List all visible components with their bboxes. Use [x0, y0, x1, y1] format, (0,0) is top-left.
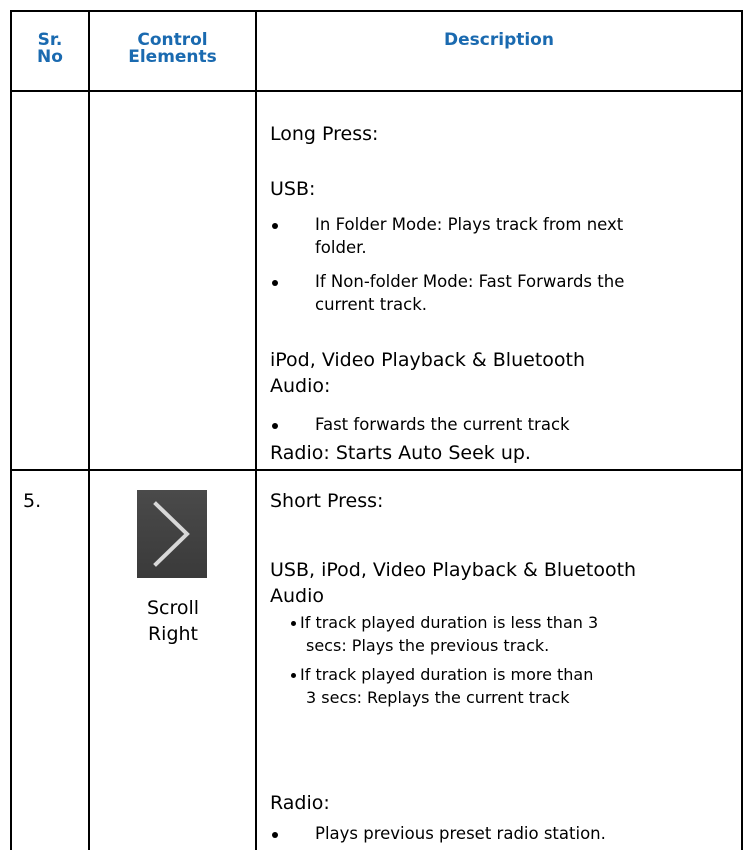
radio-title: Radio: — [270, 792, 330, 814]
usb-ipod-item-2: If track played duration is more than 3 … — [300, 663, 593, 709]
row-sr-no: 5. — [23, 490, 42, 512]
usb-ipod-title-line2: Audio — [270, 585, 325, 607]
usb-item-2-line1: If Non-folder Mode: Fast Forwards the — [315, 272, 625, 291]
bullet — [272, 423, 278, 429]
ipod-item-1: Fast forwards the current track — [315, 415, 570, 434]
header-description: Description — [444, 30, 554, 50]
usb-item-2: If Non-folder Mode: Fast Forwards the cu… — [315, 270, 624, 316]
table-right-border — [741, 10, 743, 850]
col-divider-2 — [255, 10, 257, 850]
usb-item-1-line1: In Folder Mode: Plays track from next — [315, 215, 624, 234]
usb-ipod-item-1: If track played duration is less than 3 … — [300, 611, 598, 657]
usb-item-1-line2: folder. — [315, 238, 367, 257]
usb-ipod-title-line1: USB, iPod, Video Playback & Bluetooth — [270, 559, 637, 581]
table-left-border — [10, 10, 12, 850]
long-press-label: Long Press: — [270, 123, 379, 145]
bullet — [291, 621, 296, 626]
bullet — [291, 673, 296, 678]
bullet — [272, 280, 278, 286]
ipod-title: iPod, Video Playback & Bluetooth Audio: — [270, 347, 585, 399]
usb-ipod-item-2-line2: 3 secs: Replays the current track — [306, 688, 570, 707]
control-label-line1: Scroll — [146, 597, 200, 619]
usb-ipod-item-2-line1: If track played duration is more than — [300, 665, 594, 684]
header-control-line2: Elements — [128, 47, 217, 67]
header-sr-no: Sr. No — [12, 32, 88, 66]
usb-item-2-line2: current track. — [315, 295, 428, 314]
usb-item-1: In Folder Mode: Plays track from next fo… — [315, 213, 623, 259]
usb-title: USB: — [270, 178, 316, 200]
usb-ipod-item-1-line2: secs: Plays the previous track. — [306, 636, 550, 655]
row-divider — [10, 469, 742, 471]
bullet — [272, 832, 278, 838]
control-label-line2: Right — [147, 623, 199, 645]
header-bottom-border — [10, 90, 742, 92]
control-label: Scroll Right — [100, 595, 246, 647]
table-top-border — [10, 10, 742, 12]
chevron-right-icon — [137, 490, 207, 578]
ipod-title-line1: iPod, Video Playback & Bluetooth — [270, 349, 586, 371]
usb-ipod-item-1-line1: If track played duration is less than 3 — [300, 613, 599, 632]
radio-item-1: Plays previous preset radio station. — [315, 824, 606, 843]
col-divider-1 — [88, 10, 90, 850]
bullet — [272, 223, 278, 229]
usb-ipod-title: USB, iPod, Video Playback & Bluetooth Au… — [270, 557, 636, 609]
radio-seek-text: Radio: Starts Auto Seek up. — [270, 442, 531, 464]
short-press-label: Short Press: — [270, 490, 384, 512]
header-sr-no-line2: No — [37, 47, 63, 67]
header-control-elements: Control Elements — [90, 32, 255, 66]
ipod-title-line2: Audio: — [270, 375, 331, 397]
